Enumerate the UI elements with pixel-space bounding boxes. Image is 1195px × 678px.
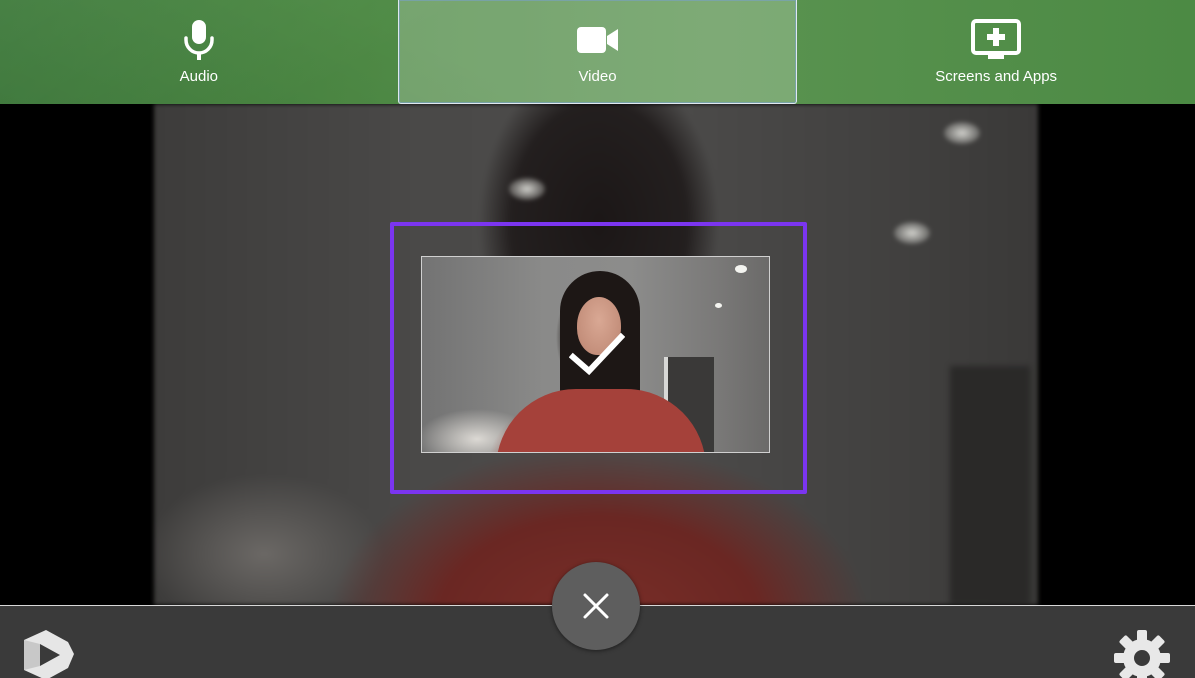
gear-icon[interactable] [1114,630,1170,678]
preview-ceiling-light [735,265,747,273]
background-doorway [950,366,1030,605]
tab-screens-label: Screens and Apps [935,68,1058,85]
tab-screens-and-apps[interactable]: Screens and Apps [797,0,1195,104]
recorder-window: Audio Video Screens and Apps [0,0,1195,678]
app-logo-icon [24,630,74,678]
microphone-icon [182,18,216,62]
video-camera-icon [576,18,620,62]
preview-ceiling-light [715,303,722,308]
ceiling-light [894,222,930,244]
source-selector-bar: Audio Video Screens and Apps [0,0,1195,104]
tab-audio[interactable]: Audio [0,0,398,104]
ceiling-light [944,122,980,144]
tab-audio-label: Audio [179,68,219,85]
close-button[interactable] [552,562,640,650]
ceiling-light [509,178,545,200]
tab-video-label: Video [578,68,617,85]
checkmark-icon [569,333,625,376]
camera-preview[interactable] [421,256,770,453]
tab-video[interactable]: Video [397,0,798,104]
screen-share-icon [970,18,1022,62]
close-icon [583,593,609,619]
